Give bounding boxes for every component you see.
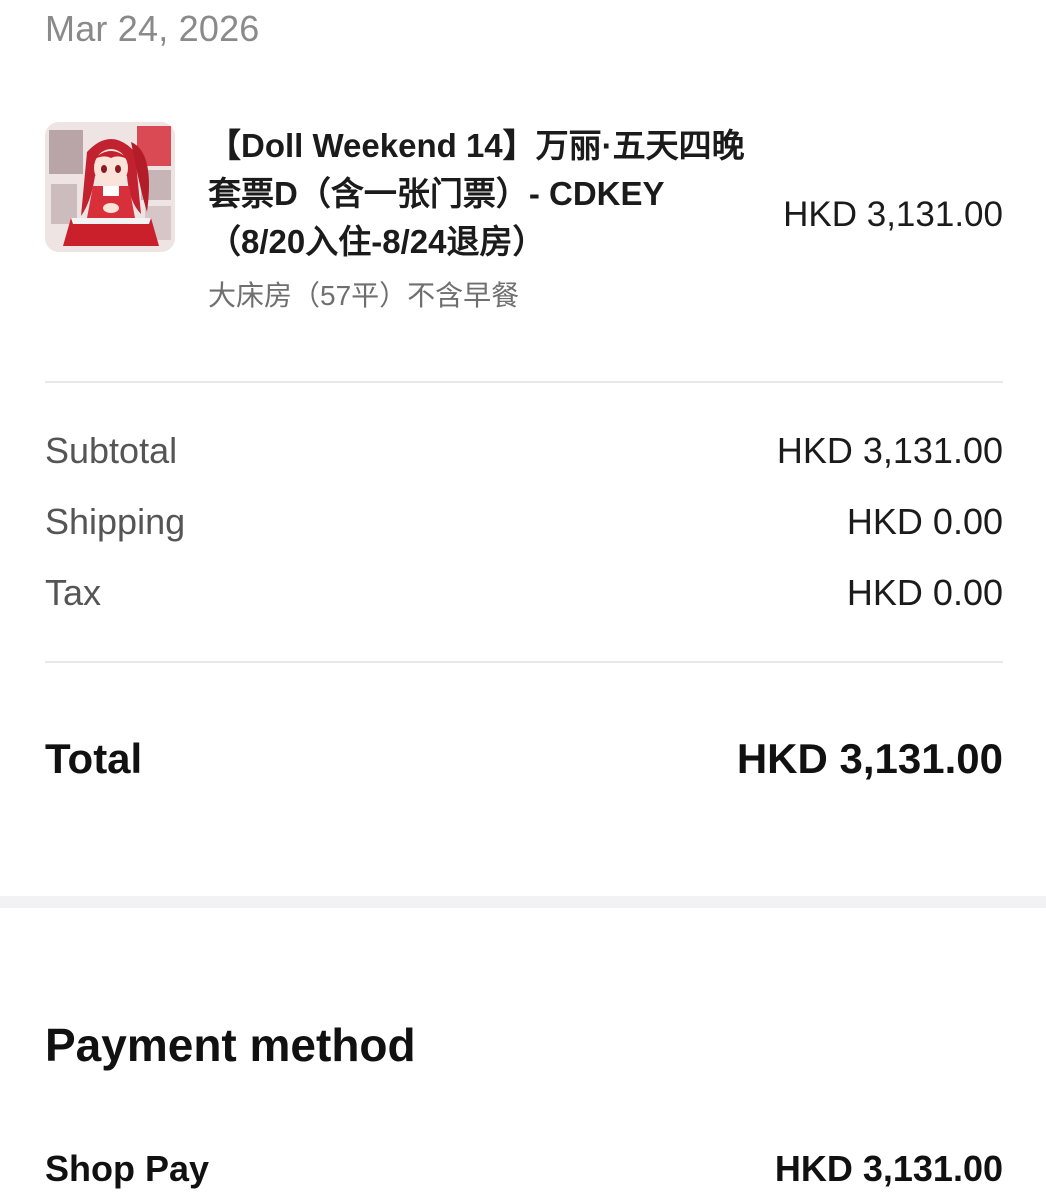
order-date: Mar 24, 2026 (45, 8, 260, 49)
product-thumbnail[interactable] (45, 122, 175, 252)
divider (45, 381, 1003, 383)
payment-method-amount: HKD 3,131.00 (774, 1148, 1003, 1189)
product-title[interactable]: 【Doll Weekend 14】万丽·五天四晚套票D（含一张门票）- CDKE… (208, 122, 748, 266)
payment-method-row: Shop Pay HKD 3,131.00 (45, 1148, 1003, 1198)
total-label: Total (45, 735, 143, 782)
product-variant: 大床房（57平）不含早餐 (208, 280, 520, 311)
divider (45, 661, 1003, 663)
product-thumbnail-image (45, 122, 175, 252)
product-price: HKD 3,131.00 (783, 195, 1003, 234)
tax-label: Tax (45, 572, 102, 613)
total-value: HKD 3,131.00 (736, 735, 1003, 782)
payment-method-label: Shop Pay (45, 1148, 210, 1189)
section-separator (0, 896, 1046, 908)
shipping-row: Shipping HKD 0.00 (45, 501, 1003, 551)
shipping-value: HKD 0.00 (846, 501, 1003, 542)
subtotal-value: HKD 3,131.00 (776, 430, 1003, 471)
payment-method-heading: Payment method (45, 1019, 416, 1071)
subtotal-row: Subtotal HKD 3,131.00 (45, 430, 1003, 480)
shipping-label: Shipping (45, 501, 186, 542)
subtotal-label: Subtotal (45, 430, 178, 471)
tax-value: HKD 0.00 (846, 572, 1003, 613)
tax-row: Tax HKD 0.00 (45, 572, 1003, 622)
line-item[interactable]: 【Doll Weekend 14】万丽·五天四晚套票D（含一张门票）- CDKE… (45, 120, 1003, 320)
total-row: Total HKD 3,131.00 (45, 735, 1003, 791)
